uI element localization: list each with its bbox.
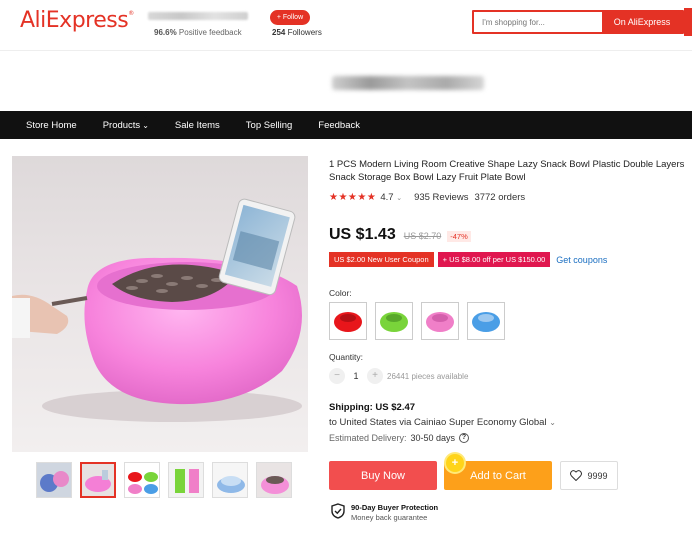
nav-top-selling[interactable]: Top Selling bbox=[246, 120, 292, 131]
followers: 254 Followers bbox=[272, 28, 322, 37]
positive-feedback: 96.6% Positive feedback bbox=[154, 28, 242, 37]
quantity-stepper: − 1 + 26441 pieces available bbox=[329, 368, 468, 384]
chevron-down-icon: ⌄ bbox=[396, 195, 403, 202]
reviews-link[interactable]: 935 Reviews bbox=[414, 192, 468, 203]
red-bowl-icon bbox=[334, 312, 362, 332]
protection-subtitle: Money back guarantee bbox=[351, 513, 428, 522]
thumbnail-1[interactable] bbox=[36, 462, 72, 498]
rating-value[interactable]: 4.7 ⌄ bbox=[380, 192, 402, 203]
thumbnail-6[interactable] bbox=[256, 462, 292, 498]
original-price: US $2.70 bbox=[403, 231, 442, 241]
question-icon[interactable]: ? bbox=[459, 433, 470, 443]
protection-text: 90-Day Buyer Protection Money back guara… bbox=[351, 503, 438, 523]
feedback-value: 96.6% bbox=[154, 28, 177, 37]
current-price: US $1.43 bbox=[329, 226, 396, 243]
color-option-green[interactable] bbox=[375, 302, 413, 340]
star-rating-icons: ★★★★★ bbox=[329, 192, 377, 203]
coupon-row: US $2.00 New User Coupon + US $8.00 off … bbox=[329, 252, 607, 267]
color-option-blue[interactable] bbox=[467, 302, 505, 340]
store-name-redacted bbox=[148, 12, 248, 20]
feedback-label: Positive feedback bbox=[178, 28, 242, 37]
green-bowl-icon bbox=[380, 312, 408, 332]
thumbnail-4[interactable] bbox=[168, 462, 204, 498]
pieces-available: 26441 pieces available bbox=[387, 371, 469, 381]
wishlist-count: 9999 bbox=[587, 470, 608, 481]
heart-icon bbox=[570, 470, 583, 481]
header: AliExpress® 96.6% Positive feedback + Fo… bbox=[0, 0, 692, 48]
chevron-down-icon: ⌄ bbox=[142, 120, 149, 130]
plus-badge-icon bbox=[446, 454, 464, 472]
thumbnail-3[interactable] bbox=[124, 462, 160, 498]
thumbnail-pink-bowl-image bbox=[82, 464, 114, 496]
product-title: 1 PCS Modern Living Room Creative Shape … bbox=[329, 159, 685, 183]
new-user-coupon[interactable]: US $2.00 New User Coupon bbox=[329, 252, 434, 267]
protection-title: 90-Day Buyer Protection bbox=[351, 503, 439, 512]
header-divider bbox=[0, 50, 692, 51]
chevron-down-icon: ⌄ bbox=[549, 418, 556, 427]
blue-bowl-icon bbox=[472, 312, 500, 332]
thumbnail-strip bbox=[36, 462, 292, 498]
estimated-delivery: Estimated Delivery: 30-50 days ? bbox=[329, 433, 470, 443]
thumbnail-2-selected[interactable] bbox=[80, 462, 116, 498]
delivery-days: 30-50 days bbox=[410, 433, 456, 443]
color-label: Color: bbox=[329, 288, 352, 298]
get-coupons-link[interactable]: Get coupons bbox=[556, 255, 607, 265]
price-row: US $1.43 US $2.70 -47% bbox=[329, 226, 471, 244]
increase-quantity-button[interactable]: + bbox=[367, 368, 383, 384]
aliexpress-logo[interactable]: AliExpress® bbox=[20, 8, 134, 33]
nav-products-label: Products bbox=[102, 119, 141, 131]
header-edge bbox=[684, 8, 692, 36]
color-options bbox=[329, 302, 505, 340]
orders-count: 3772 orders bbox=[474, 192, 526, 203]
wishlist-button[interactable]: 9999 bbox=[560, 461, 618, 490]
nav-feedback[interactable]: Feedback bbox=[318, 120, 360, 131]
nav-products[interactable]: Products ⌄ bbox=[103, 120, 149, 131]
color-option-pink[interactable] bbox=[421, 302, 459, 340]
store-coupon[interactable]: + US $8.00 off per US $150.00 bbox=[437, 252, 551, 267]
follow-button[interactable]: + Follow bbox=[270, 10, 310, 25]
store-nav: Store Home Products ⌄ Sale Items Top Sell… bbox=[0, 111, 692, 139]
quantity-value[interactable]: 1 bbox=[345, 371, 367, 381]
shield-icon bbox=[331, 503, 345, 519]
thumbnail-stacked-bowls-image bbox=[169, 463, 203, 497]
store-banner-redacted bbox=[332, 76, 484, 90]
followers-label: Followers bbox=[287, 28, 322, 37]
thumbnail-bowl-view-image bbox=[213, 463, 247, 497]
thumbnail-multicolor-bowls-image bbox=[125, 463, 159, 497]
color-option-red[interactable] bbox=[329, 302, 367, 340]
quantity-label: Quantity: bbox=[329, 352, 364, 362]
shipping-method-text: to United States via Cainiao Super Econo… bbox=[329, 417, 547, 428]
product-main-image[interactable] bbox=[12, 156, 308, 452]
snack-bowl-image bbox=[12, 198, 302, 422]
decrease-quantity-button[interactable]: − bbox=[329, 368, 345, 384]
buyer-protection: 90-Day Buyer Protection Money back guara… bbox=[331, 503, 438, 523]
search-button[interactable]: On AliExpress bbox=[602, 12, 682, 32]
nav-store-home[interactable]: Store Home bbox=[26, 120, 77, 131]
buy-now-button[interactable]: Buy Now bbox=[329, 461, 437, 490]
followers-count: 254 bbox=[272, 28, 286, 37]
pink-bowl-icon bbox=[426, 312, 454, 332]
delivery-label: Estimated Delivery: bbox=[329, 433, 407, 443]
rating-number: 4.7 bbox=[380, 192, 394, 203]
thumbnail-5[interactable] bbox=[212, 462, 248, 498]
rating-row: ★★★★★ 4.7 ⌄ 935 Reviews 3772 orders bbox=[329, 192, 525, 203]
shipping-method[interactable]: to United States via Cainiao Super Econo… bbox=[329, 417, 556, 428]
thumbnail-seeds-bowl-image bbox=[257, 463, 291, 497]
shipping-cost: Shipping: US $2.47 bbox=[329, 402, 416, 413]
search-input[interactable] bbox=[474, 12, 602, 32]
search-box: On AliExpress bbox=[472, 10, 684, 34]
discount-badge: -47% bbox=[447, 231, 471, 242]
thumbnail-bowls-image bbox=[37, 463, 71, 497]
nav-sale-items[interactable]: Sale Items bbox=[175, 120, 220, 131]
